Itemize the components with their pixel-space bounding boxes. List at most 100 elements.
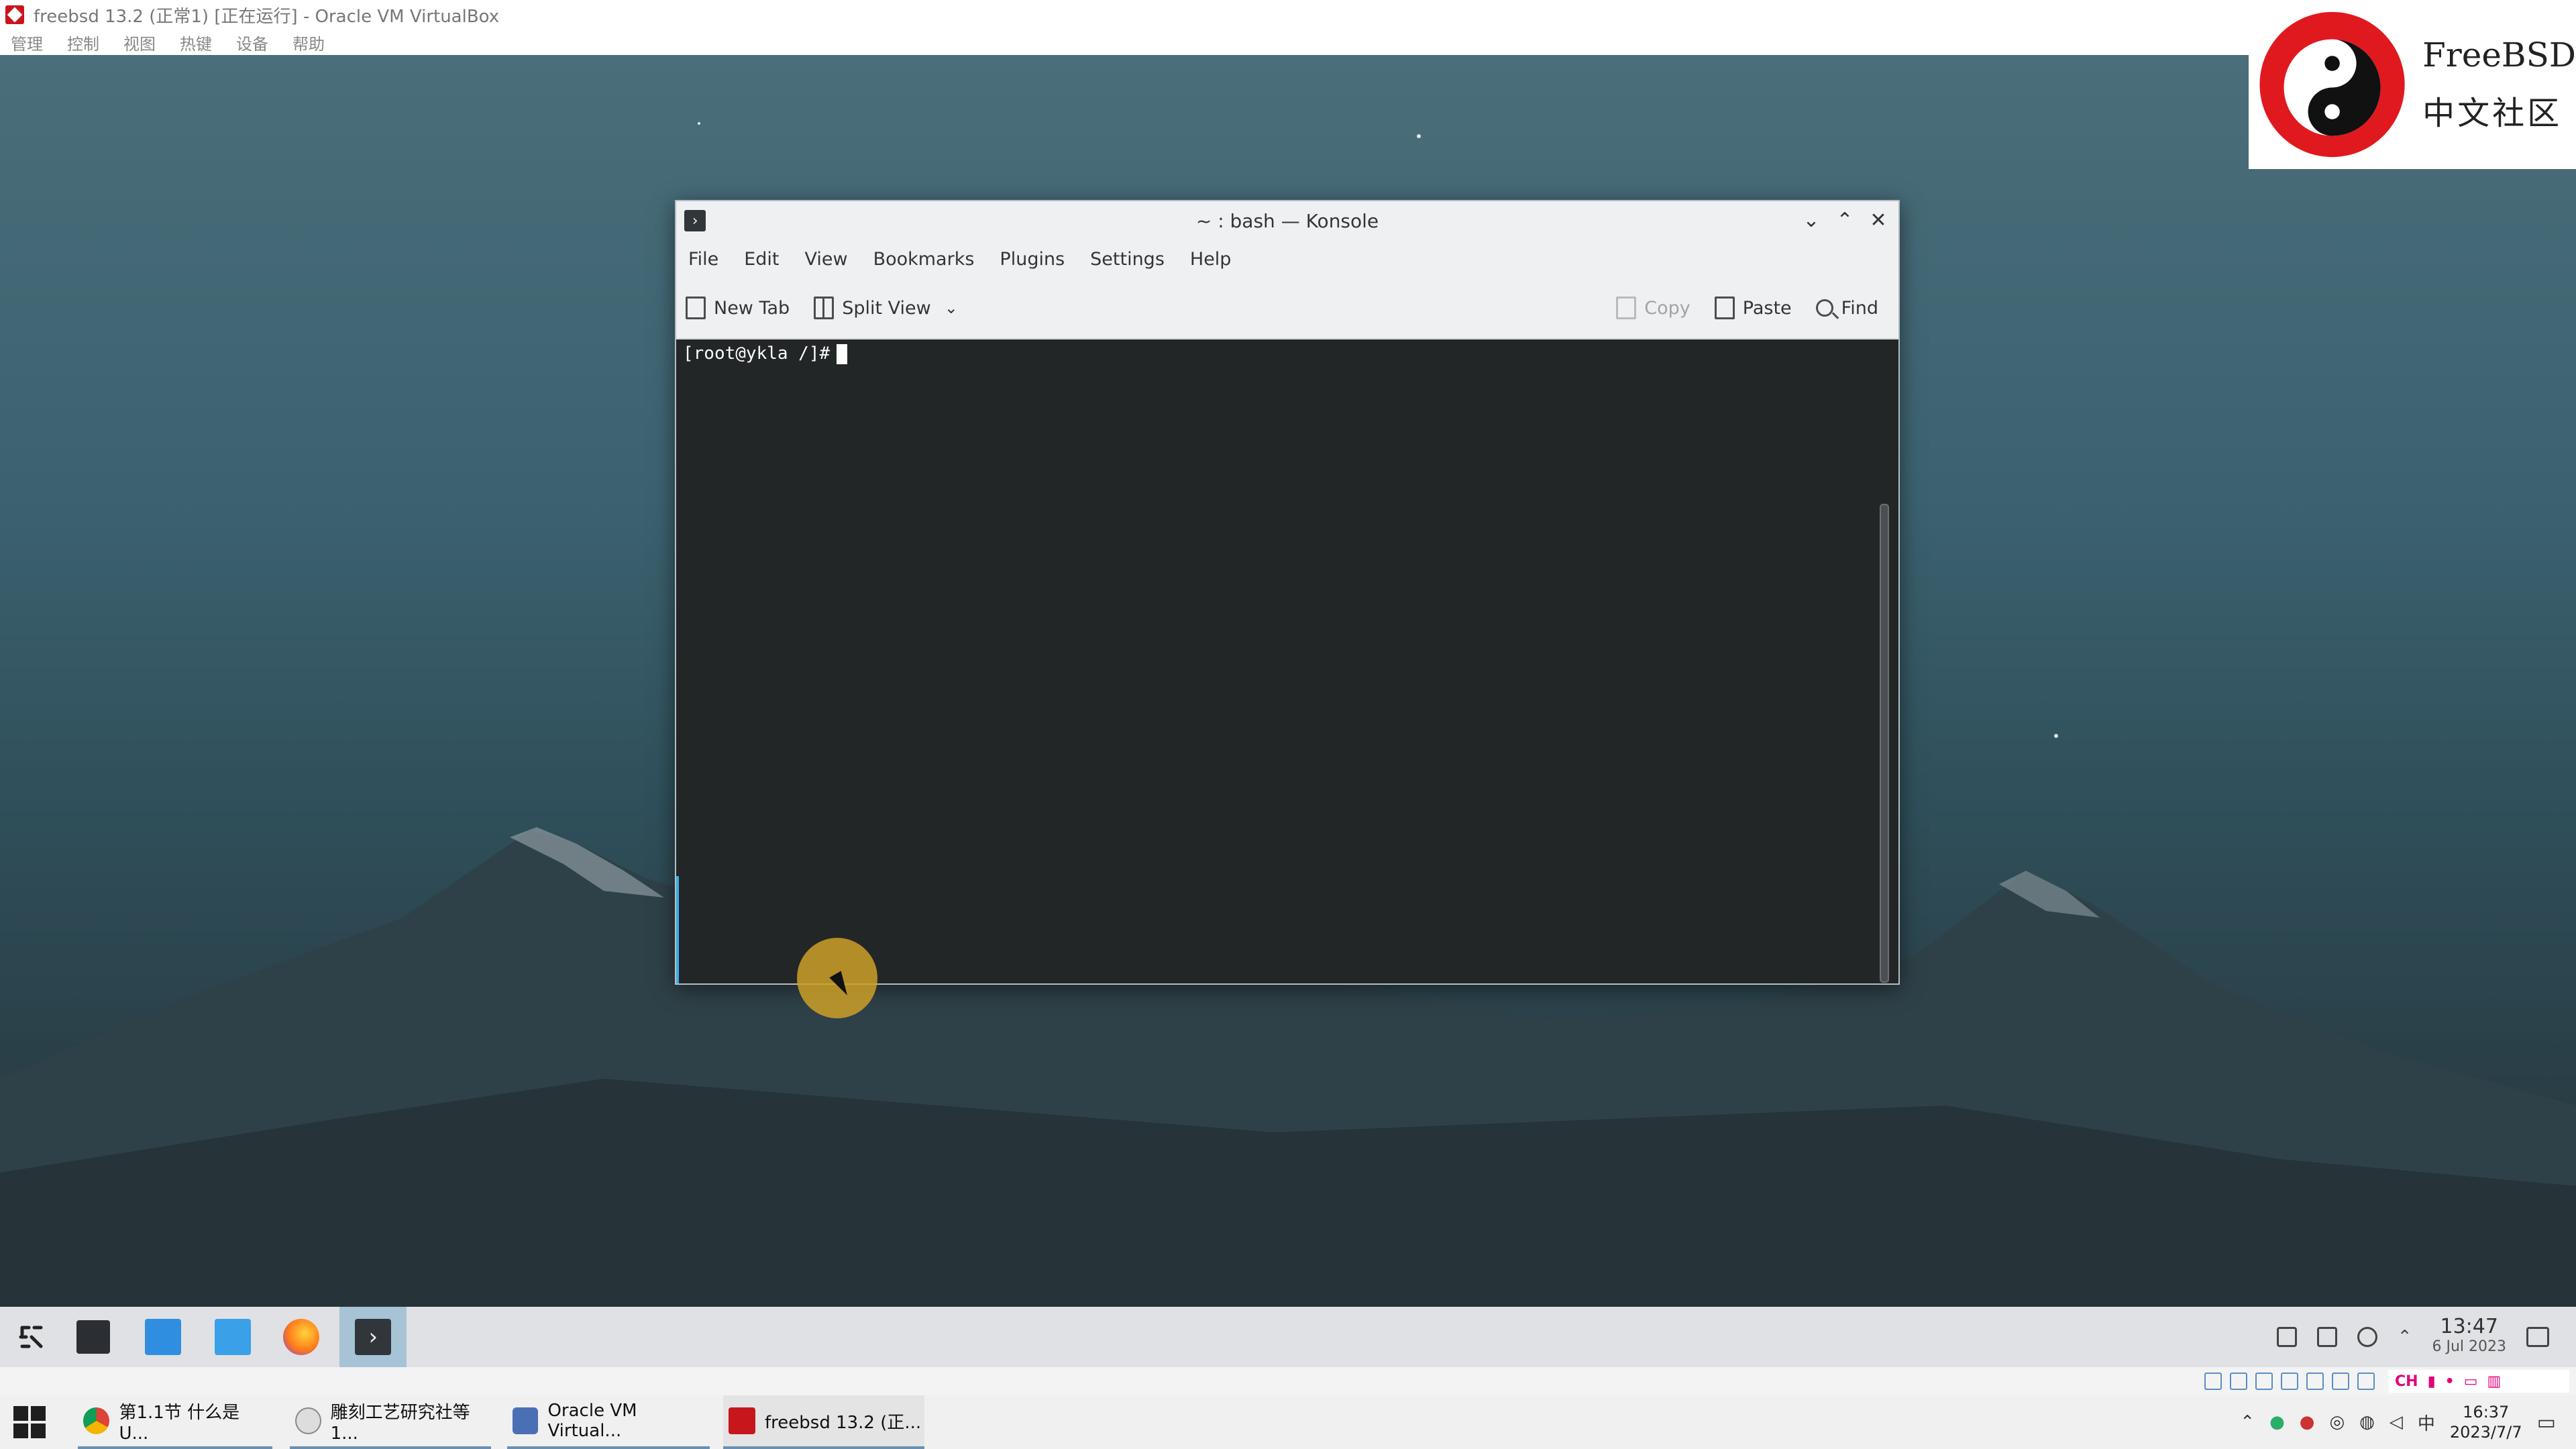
plasma-panel: › ⌃ 13:47 6 Jul 2023 (0, 1307, 2576, 1367)
star (1417, 134, 1421, 138)
virtualbox-icon (5, 5, 24, 24)
vbox-titlebar: freebsd 13.2 (正常1) [正在运行] - Oracle VM Vi… (0, 0, 2576, 30)
menu-bookmarks[interactable]: Bookmarks (873, 249, 975, 270)
copy-button[interactable]: Copy (1616, 297, 1690, 319)
chevron-down-icon[interactable]: ⌄ (945, 299, 958, 317)
close-button[interactable]: ✕ (1866, 208, 1890, 232)
vbox-statusbar: CH ▮ • ▭ ▥ (0, 1367, 2576, 1395)
menu-edit[interactable]: Edit (744, 249, 779, 270)
show-desktop-icon[interactable] (2526, 1327, 2549, 1347)
vbox-menu-control[interactable]: 控制 (67, 31, 99, 54)
minimize-button[interactable]: ⌄ (1799, 208, 1823, 232)
new-tab-label: New Tab (714, 297, 790, 319)
usb-indicator-icon[interactable] (2306, 1373, 2324, 1390)
shell-prompt: [root@ykla /]# (683, 343, 830, 364)
taskbar-item-chrome[interactable]: 第1.1节 什么是 U... (78, 1395, 272, 1449)
freebsd-community-watermark: FreeBSD 中文社区 (2249, 0, 2576, 169)
volume-icon[interactable] (2357, 1327, 2377, 1347)
shared-folders-indicator-icon[interactable] (2332, 1373, 2349, 1390)
menu-settings[interactable]: Settings (1090, 249, 1165, 270)
vbox-menu-manage[interactable]: 管理 (11, 31, 43, 54)
menu-file[interactable]: File (688, 249, 718, 270)
optical-drive-indicator-icon[interactable] (2230, 1373, 2247, 1390)
menu-help[interactable]: Help (1190, 249, 1232, 270)
ime-toolbar: CH ▮ • ▭ ▥ (2388, 1370, 2569, 1393)
audio-indicator-icon[interactable] (2255, 1373, 2273, 1390)
tray-expand-icon[interactable]: ⌃ (2240, 1412, 2255, 1432)
konsole-window-title: ~ : bash — Konsole (1195, 209, 1379, 232)
split-view-button[interactable]: Split View ⌄ (814, 297, 958, 319)
system-settings-icon[interactable] (71, 1315, 115, 1359)
vbox-window-title: freebsd 13.2 (正常1) [正在运行] - Oracle VM Vi… (34, 6, 500, 27)
speaker-icon[interactable]: ◁ (2390, 1412, 2403, 1432)
firefox-icon[interactable] (279, 1315, 323, 1359)
network-icon[interactable] (2276, 1327, 2297, 1347)
taskbar-item-freebsd-vm[interactable]: freebsd 13.2 (正... (723, 1395, 924, 1449)
ime-language[interactable]: CH (2395, 1373, 2418, 1390)
windows-clock[interactable]: 16:37 2023/7/7 (2450, 1402, 2522, 1442)
network-indicator-icon[interactable] (2281, 1373, 2298, 1390)
ime-keyboard-icon[interactable]: ▭ (2464, 1373, 2478, 1390)
panel-clock[interactable]: 13:47 6 Jul 2023 (2432, 1317, 2506, 1357)
virtualbox-icon (513, 1407, 539, 1434)
application-launcher-icon[interactable] (9, 1315, 54, 1359)
vbox-menu-devices[interactable]: 设备 (236, 31, 268, 54)
find-label: Find (1841, 297, 1878, 319)
freebsd-logo-icon (2259, 11, 2405, 158)
vbox-menu-view[interactable]: 视图 (123, 31, 156, 54)
new-tab-button[interactable]: New Tab (686, 297, 790, 319)
wechat-tray-icon[interactable]: ● (2269, 1412, 2285, 1432)
maximize-button[interactable]: ⌃ (1833, 208, 1857, 232)
terminal-prompt-line: [root@ykla /]# (683, 343, 848, 364)
notification-center-icon[interactable]: ▭ (2537, 1411, 2556, 1434)
hard-disk-indicator-icon[interactable] (2204, 1373, 2222, 1390)
vbox-menu-help[interactable]: 帮助 (292, 31, 325, 54)
tray-expand-icon[interactable]: ⌃ (2398, 1327, 2412, 1347)
windows-taskbar: 第1.1节 什么是 U... 雕刻工艺研究社等1... Oracle VM Vi… (0, 1395, 2576, 1449)
taskbar-item-label: 雕刻工艺研究社等1... (330, 1402, 470, 1444)
panel-clock-date: 6 Jul 2023 (2432, 1338, 2506, 1355)
konsole-window: › ~ : bash — Konsole ⌄ ⌃ ✕ File Edit Vie… (675, 200, 1900, 985)
vbox-menu-hotkeys[interactable]: 热键 (180, 31, 212, 54)
new-tab-icon (686, 297, 706, 319)
vbox-menubar: 管理 控制 视图 热键 设备 帮助 (0, 30, 2576, 55)
qq-tray-icon[interactable]: ● (2300, 1412, 2315, 1432)
input-language-indicator[interactable]: 中 (2418, 1410, 2435, 1435)
find-button[interactable]: Find (1815, 297, 1878, 319)
ime-punctuation-icon[interactable]: • (2445, 1373, 2455, 1390)
konsole-app-icon: › (684, 210, 706, 231)
discover-icon[interactable] (141, 1315, 185, 1359)
ime-mode-icon[interactable]: ▮ (2428, 1373, 2436, 1390)
copy-icon (1616, 297, 1637, 319)
konsole-task-icon[interactable]: › (339, 1307, 407, 1367)
watermark-title: FreeBSD (2422, 36, 2576, 74)
split-view-icon (814, 297, 835, 319)
taskbar-item-label: 第1.1节 什么是 U... (119, 1402, 240, 1444)
plasma-system-tray: ⌃ 13:47 6 Jul 2023 (2276, 1307, 2576, 1367)
display-indicator-icon[interactable] (2357, 1373, 2375, 1390)
taskbar-item-wechat[interactable]: 雕刻工艺研究社等1... (290, 1395, 491, 1449)
terminal-scrollbar[interactable] (1880, 504, 1889, 983)
search-icon (1815, 299, 1833, 317)
menu-view[interactable]: View (804, 249, 847, 270)
paste-button[interactable]: Paste (1714, 297, 1792, 319)
windows-start-icon[interactable] (13, 1406, 46, 1438)
freebsd-vm-icon (729, 1407, 755, 1434)
split-view-label: Split View (842, 297, 931, 319)
menu-plugins[interactable]: Plugins (1000, 249, 1065, 270)
clipboard-icon[interactable] (2316, 1327, 2337, 1347)
terminal-area[interactable]: [root@ykla /]# (676, 339, 1898, 983)
avatar-icon (295, 1407, 321, 1434)
ime-menu-icon[interactable]: ▥ (2487, 1373, 2502, 1390)
copy-label: Copy (1644, 297, 1690, 319)
konsole-titlebar[interactable]: › ~ : bash — Konsole ⌄ ⌃ ✕ (676, 201, 1898, 240)
network-tray-icon[interactable]: ◎ (2329, 1412, 2345, 1432)
terminal-cursor (837, 343, 848, 364)
konsole-toolbar: New Tab Split View ⌄ Copy Paste Find (676, 278, 1898, 339)
globe-icon[interactable]: ◍ (2359, 1412, 2375, 1432)
taskbar-item-virtualbox[interactable]: Oracle VM Virtual... (507, 1395, 710, 1449)
paste-icon (1714, 297, 1735, 319)
focus-edge-indicator (676, 876, 679, 983)
taskbar-item-label: Oracle VM Virtual... (547, 1401, 637, 1441)
file-manager-icon[interactable] (211, 1315, 255, 1359)
